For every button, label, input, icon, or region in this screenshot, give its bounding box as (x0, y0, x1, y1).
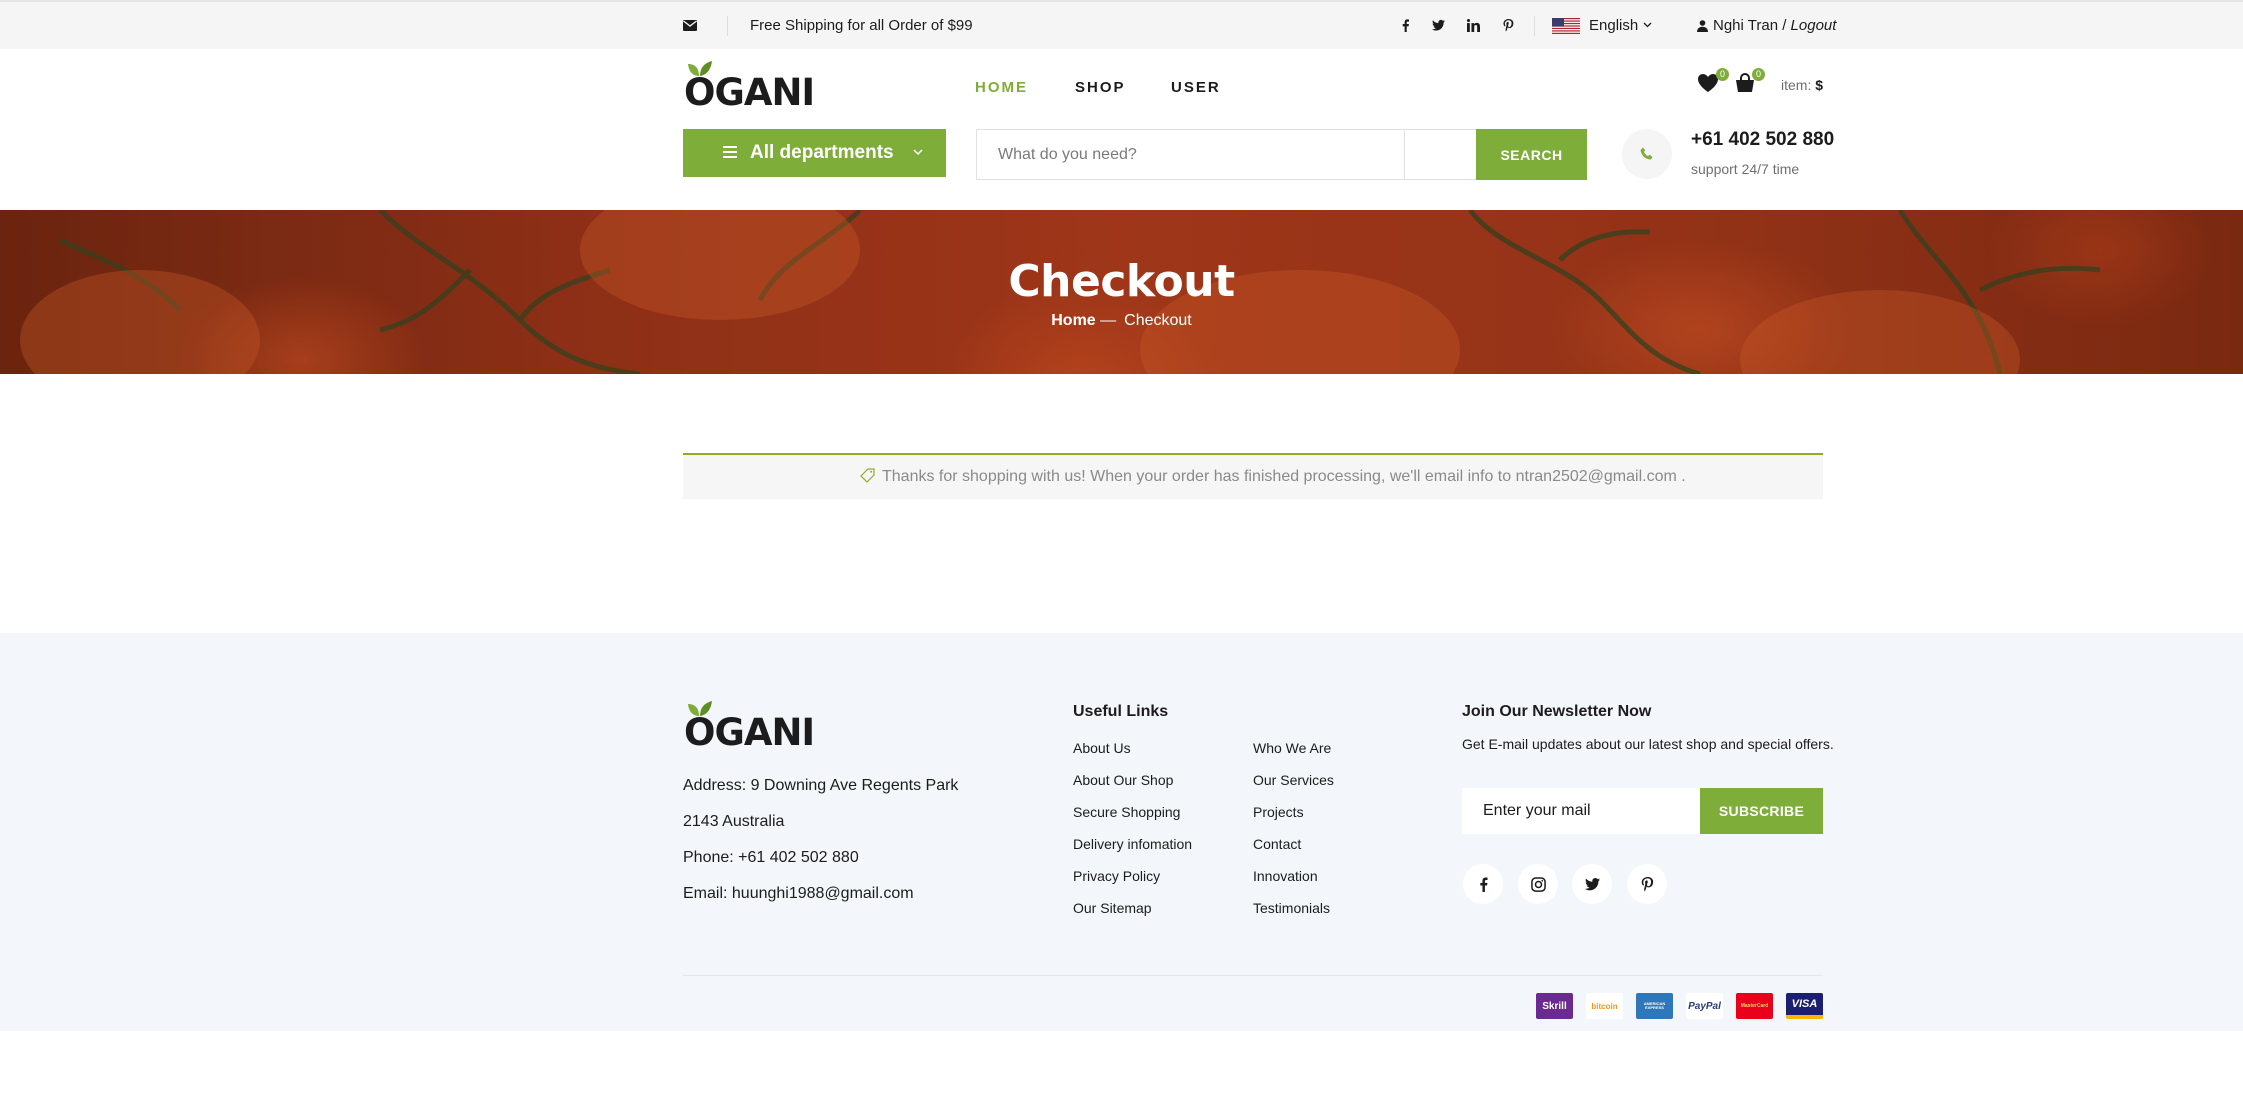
menu-icon (723, 146, 737, 158)
top-bar: Free Shipping for all Order of $99 Engli… (0, 0, 2243, 49)
logout-link[interactable]: Logout (1791, 17, 1837, 34)
footer (0, 633, 2243, 1031)
linkedin-icon[interactable] (1465, 17, 1481, 33)
order-confirmation-notice: Thanks for shopping with us! When your o… (683, 453, 1823, 499)
facebook-icon[interactable] (1397, 17, 1413, 33)
facebook-icon[interactable] (1463, 864, 1503, 904)
newsletter-form: SUBSCRIBE (1462, 788, 1823, 834)
notice-message: Thanks for shopping with us! When your o… (882, 468, 1686, 485)
divider (1404, 130, 1405, 179)
page-title: Checkout (1008, 256, 1235, 307)
footer-link[interactable]: Privacy Policy (1073, 868, 1160, 884)
leaf-icon (688, 701, 712, 716)
us-flag-icon (1552, 18, 1580, 34)
footer-link[interactable]: About Our Shop (1073, 772, 1173, 788)
departments-label: All departments (750, 142, 894, 163)
footer-link[interactable]: Secure Shopping (1073, 804, 1180, 820)
newsletter-description: Get E-mail updates about our latest shop… (1462, 736, 1834, 752)
twitter-icon[interactable] (1572, 864, 1612, 904)
newsletter-heading: Join Our Newsletter Now (1462, 703, 1652, 720)
divider (1534, 16, 1535, 36)
breadcrumb: Home — Checkout (0, 312, 2243, 330)
footer-logo[interactable]: OGANI (684, 701, 815, 751)
tag-icon (860, 468, 875, 483)
chevron-down-icon[interactable] (1643, 22, 1652, 28)
pinterest-icon[interactable] (1500, 17, 1516, 33)
useful-links-heading: Useful Links (1073, 703, 1169, 720)
footer-link[interactable]: Delivery infomation (1073, 836, 1192, 852)
breadcrumb-separator: — (1095, 312, 1117, 329)
user-name[interactable]: Nghi Tran / (1713, 17, 1786, 34)
nav-user[interactable]: USER (1171, 79, 1221, 96)
support-phone: +61 402 502 880 (1691, 129, 1835, 150)
user-icon (1697, 20, 1708, 32)
mail-icon (683, 20, 697, 31)
newsletter-email-input[interactable] (1462, 788, 1700, 834)
footer-address: Address: 9 Downing Ave Regents Park (683, 777, 959, 794)
site-logo[interactable]: OGANI (684, 61, 815, 111)
footer-link[interactable]: Innovation (1253, 868, 1318, 884)
cart-total: item: $ (1781, 77, 1824, 93)
footer-link[interactable]: Testimonials (1253, 900, 1330, 916)
footer-link[interactable]: Contact (1253, 836, 1301, 852)
footer-link[interactable]: Projects (1253, 804, 1304, 820)
footer-email: Email: huunghi1988@gmail.com (683, 885, 914, 902)
page-banner: Checkout Home — Checkout (0, 210, 2243, 374)
twitter-icon[interactable] (1430, 17, 1446, 33)
skrill-payment-icon: Skrill (1536, 993, 1573, 1019)
footer-link[interactable]: Our Sitemap (1073, 900, 1152, 916)
divider (727, 16, 728, 36)
pinterest-icon[interactable] (1627, 864, 1667, 904)
instagram-icon[interactable] (1518, 864, 1558, 904)
phone-icon (1640, 147, 1653, 160)
leaf-icon (688, 61, 712, 76)
footer-phone: Phone: +61 402 502 880 (683, 849, 859, 866)
chevron-down-icon (913, 149, 923, 155)
footer-link[interactable]: Our Services (1253, 772, 1334, 788)
language-selector[interactable]: English (1589, 17, 1638, 34)
search-form: SEARCH (976, 129, 1587, 180)
amex-payment-icon: AMERICAN EXPRESS (1636, 993, 1673, 1019)
visa-payment-icon: VISA (1786, 993, 1823, 1019)
shipping-text: Free Shipping for all Order of $99 (750, 17, 973, 34)
subscribe-button[interactable]: SUBSCRIBE (1700, 788, 1823, 834)
cart-count-badge: 0 (1752, 68, 1765, 81)
nav-shop[interactable]: SHOP (1075, 79, 1126, 96)
search-input[interactable] (978, 131, 1403, 178)
mastercard-payment-icon: MasterCard (1736, 993, 1773, 1019)
user-account: Nghi Tran / Logout (1713, 17, 1836, 34)
all-departments-button[interactable]: All departments (683, 129, 946, 177)
footer-link[interactable]: Who We Are (1253, 740, 1331, 756)
breadcrumb-current: Checkout (1124, 312, 1192, 329)
footer-address-city: 2143 Australia (683, 813, 785, 830)
bitcoin-payment-icon: bitcoin (1586, 993, 1623, 1019)
wishlist-count-badge: 0 (1716, 68, 1729, 81)
search-button[interactable]: SEARCH (1476, 129, 1587, 180)
support-hours: support 24/7 time (1691, 161, 1800, 177)
breadcrumb-home-link[interactable]: Home (1051, 312, 1095, 329)
nav-home[interactable]: HOME (975, 79, 1028, 96)
phone-badge (1622, 129, 1672, 179)
paypal-payment-icon: PayPal (1686, 993, 1723, 1019)
footer-link[interactable]: About Us (1073, 740, 1131, 756)
footer-divider (683, 975, 1823, 976)
